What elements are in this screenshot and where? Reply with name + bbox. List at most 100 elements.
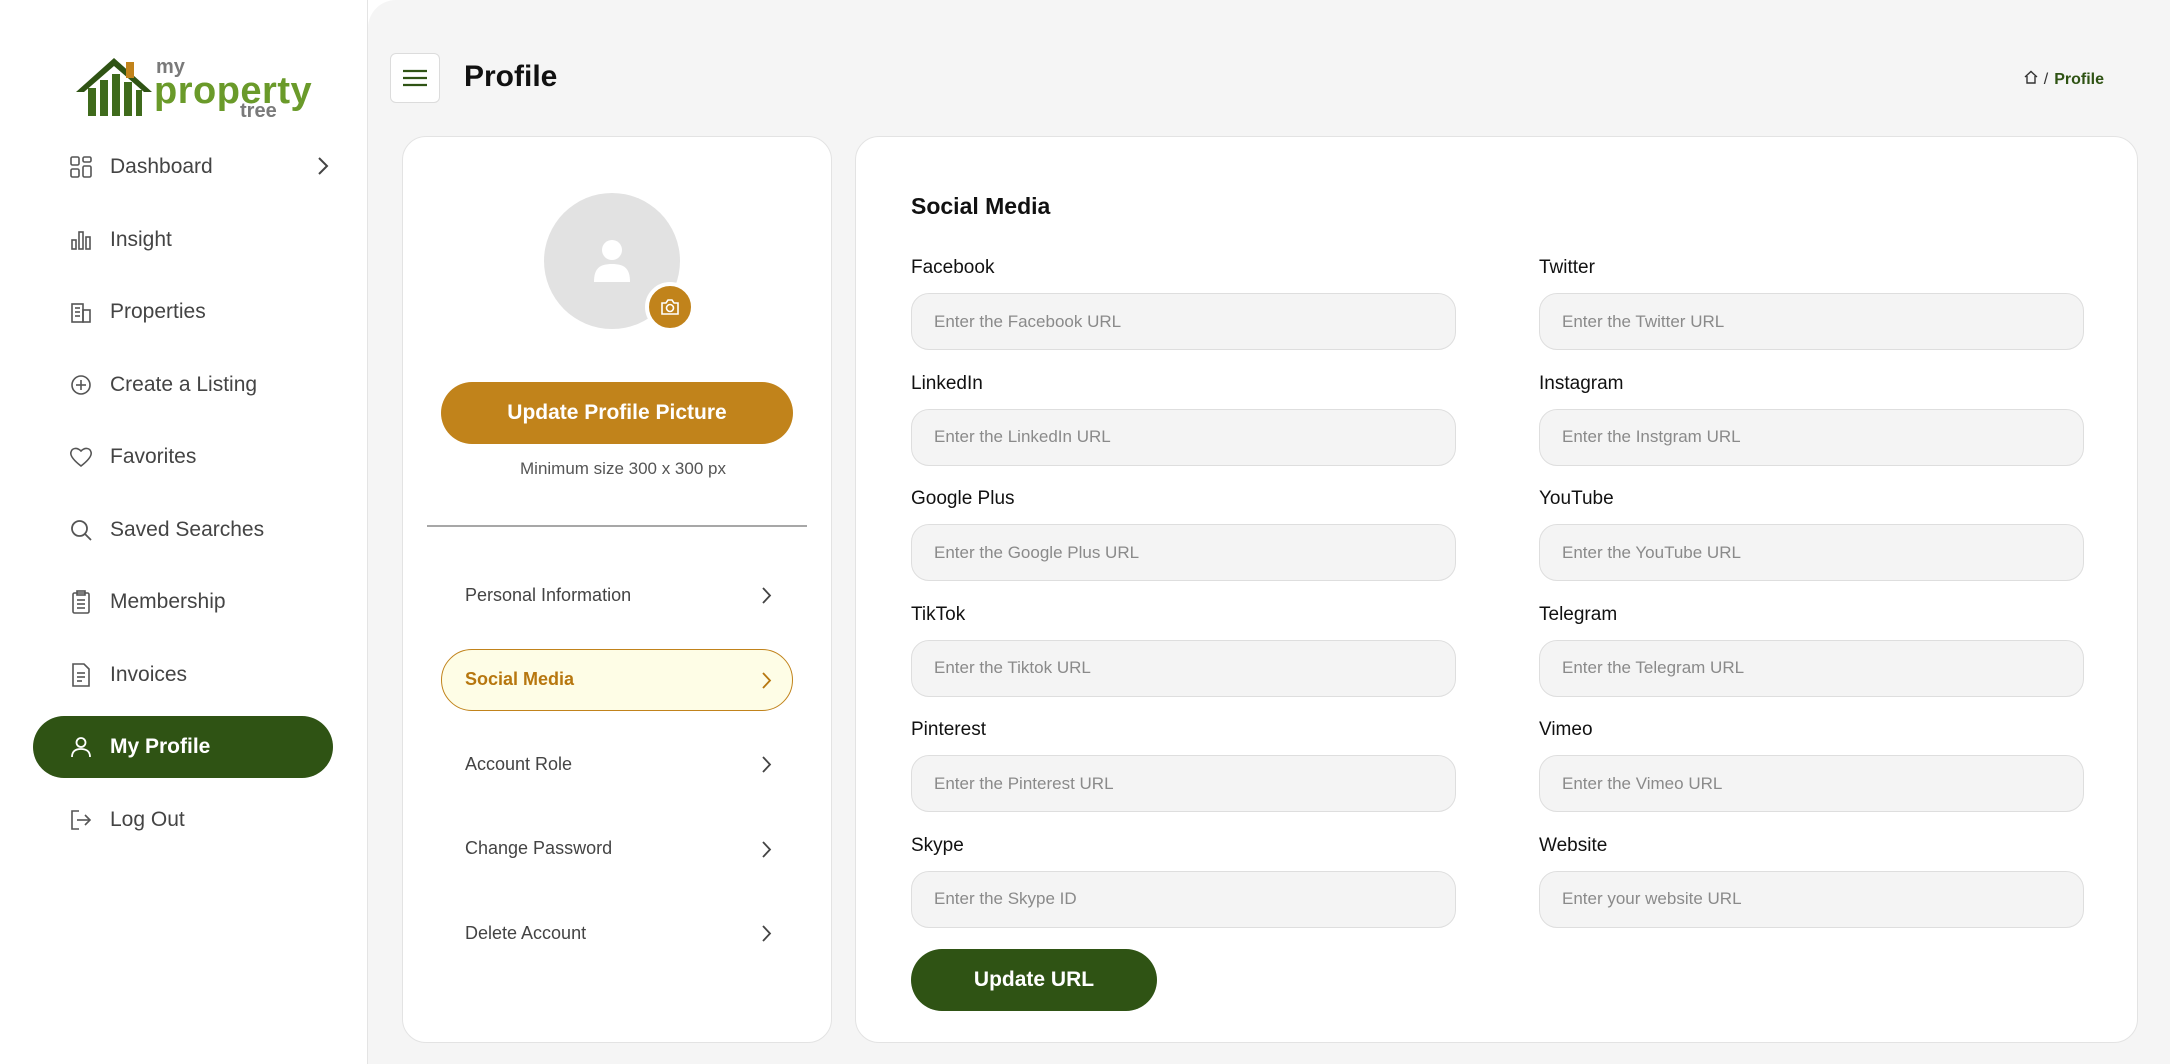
chevron-right-icon xyxy=(761,840,772,864)
chevron-right-icon xyxy=(761,755,772,779)
sidebar-item-label: Membership xyxy=(110,590,226,613)
sidebar: my property tree Dashboard Insight Prope… xyxy=(0,0,368,1064)
skype-input[interactable] xyxy=(911,870,1456,928)
min-size-hint: Minimum size 300 x 300 px xyxy=(520,459,726,478)
website-field: Website xyxy=(1539,835,2084,928)
breadcrumb-separator: / xyxy=(2043,70,2049,88)
sidebar-item-label: Favorites xyxy=(110,445,197,468)
social-media-card: Social Media Facebook Twitter LinkedIn I… xyxy=(855,136,2138,1043)
google-plus-field: Google Plus xyxy=(911,488,1456,581)
profile-menu-delete-account[interactable]: Delete Account xyxy=(441,902,793,964)
field-label: LinkedIn xyxy=(911,372,983,394)
sidebar-item-my-profile[interactable]: My Profile xyxy=(33,716,333,778)
update-profile-picture-button[interactable]: Update Profile Picture xyxy=(441,382,793,444)
profile-menu-personal-information[interactable]: Personal Information xyxy=(441,564,793,626)
pinterest-field: Pinterest xyxy=(911,719,1456,812)
brand-logo[interactable]: my property tree xyxy=(74,52,312,124)
profile-menu: Personal Information Social Media Accoun… xyxy=(441,564,793,987)
twitter-input[interactable] xyxy=(1539,293,2084,350)
sidebar-item-properties[interactable]: Properties xyxy=(33,281,333,343)
field-label: Instagram xyxy=(1539,372,1624,394)
section-title: Social Media xyxy=(911,193,1051,219)
tiktok-field: TikTok xyxy=(911,604,1456,697)
grid-icon xyxy=(69,155,93,179)
profile-menu-label: Change Password xyxy=(465,838,613,858)
logout-icon xyxy=(69,808,93,832)
search-icon xyxy=(69,518,93,542)
sidebar-item-log-out[interactable]: Log Out xyxy=(33,789,333,851)
instagram-input[interactable] xyxy=(1539,408,2084,466)
profile-menu-social-media[interactable]: Social Media xyxy=(441,648,793,711)
facebook-field: Facebook xyxy=(911,257,1456,350)
website-input[interactable] xyxy=(1539,870,2084,928)
tiktok-input[interactable] xyxy=(911,639,1456,697)
sidebar-item-label: Insight xyxy=(110,227,172,251)
user-icon xyxy=(69,735,93,759)
field-label: Vimeo xyxy=(1539,719,1593,740)
sidebar-item-label: Create a Listing xyxy=(110,372,258,396)
telegram-field: Telegram xyxy=(1539,604,2084,697)
twitter-field: Twitter xyxy=(1539,257,2084,350)
sidebar-item-label: My Profile xyxy=(110,735,211,758)
hamburger-menu-button[interactable] xyxy=(390,53,440,103)
sidebar-item-label: Properties xyxy=(110,300,206,323)
sidebar-item-invoices[interactable]: Invoices xyxy=(33,644,333,706)
chevron-right-icon xyxy=(761,586,772,610)
field-label: YouTube xyxy=(1539,488,1614,509)
field-label: TikTok xyxy=(911,603,966,625)
breadcrumb: / Profile xyxy=(2024,70,2104,89)
field-label: Telegram xyxy=(1539,603,1618,625)
facebook-input[interactable] xyxy=(911,293,1456,350)
plus-circle-icon xyxy=(69,373,93,397)
update-url-button[interactable]: Update URL xyxy=(911,949,1157,1011)
field-label: Pinterest xyxy=(911,719,986,740)
house-logo-icon xyxy=(76,58,152,116)
user-placeholder-icon xyxy=(594,240,630,282)
chevron-right-icon xyxy=(761,671,772,695)
profile-menu-label: Account Role xyxy=(465,753,573,774)
vimeo-field: Vimeo xyxy=(1539,719,2084,812)
profile-card: Update Profile Picture Minimum size 300 … xyxy=(402,136,832,1043)
chevron-right-icon xyxy=(761,924,772,948)
sidebar-item-label: Dashboard xyxy=(110,155,213,178)
chevron-right-icon xyxy=(317,156,329,182)
main-content: Profile / Profile Update Profile Picture… xyxy=(368,0,2170,1064)
logo-text-property: property xyxy=(154,70,313,112)
breadcrumb-current: Profile xyxy=(2054,70,2104,88)
youtube-input[interactable] xyxy=(1539,524,2084,581)
sidebar-item-insight[interactable]: Insight xyxy=(33,209,333,271)
linkedin-field: LinkedIn xyxy=(911,373,1456,466)
linkedin-input[interactable] xyxy=(911,408,1456,466)
profile-menu-label: Delete Account xyxy=(465,922,587,943)
page-title: Profile xyxy=(464,60,558,93)
bar-chart-icon xyxy=(69,228,93,252)
field-label: Facebook xyxy=(911,257,995,278)
pinterest-input[interactable] xyxy=(911,755,1456,812)
sidebar-item-dashboard[interactable]: Dashboard xyxy=(33,136,333,198)
sidebar-item-membership[interactable]: Membership xyxy=(33,571,333,633)
sidebar-item-create-listing[interactable]: Create a Listing xyxy=(33,354,333,416)
google-plus-input[interactable] xyxy=(911,524,1456,581)
youtube-field: YouTube xyxy=(1539,488,2084,581)
divider xyxy=(427,525,807,527)
sidebar-item-saved-searches[interactable]: Saved Searches xyxy=(33,499,333,561)
sidebar-nav: Dashboard Insight Properties Create a Li… xyxy=(33,136,333,861)
heart-icon xyxy=(69,445,93,469)
field-label: Twitter xyxy=(1539,257,1595,278)
logo-text-tree: tree xyxy=(240,100,277,122)
home-icon[interactable] xyxy=(2024,70,2038,89)
field-label: Google Plus xyxy=(911,488,1015,509)
building-icon xyxy=(69,300,93,324)
sidebar-item-favorites[interactable]: Favorites xyxy=(33,426,333,488)
field-label: Website xyxy=(1539,834,1608,856)
profile-menu-account-role[interactable]: Account Role xyxy=(441,733,793,795)
telegram-input[interactable] xyxy=(1539,639,2084,697)
sidebar-item-label: Invoices xyxy=(110,662,188,686)
field-label: Skype xyxy=(911,834,964,856)
hamburger-icon xyxy=(403,69,427,87)
vimeo-input[interactable] xyxy=(1539,755,2084,812)
profile-menu-label: Personal Information xyxy=(465,584,632,605)
profile-menu-change-password[interactable]: Change Password xyxy=(441,818,793,880)
change-photo-button[interactable] xyxy=(645,282,695,332)
profile-menu-label: Social Media xyxy=(465,669,575,689)
